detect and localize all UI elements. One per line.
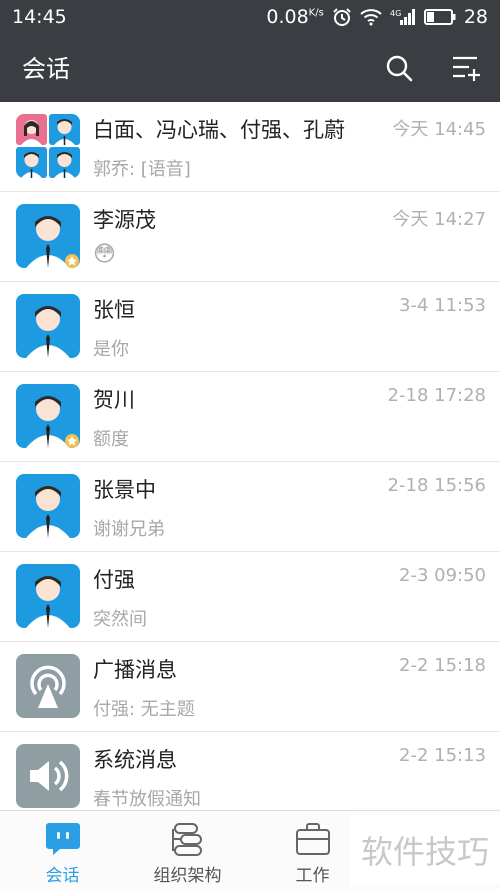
add-menu-button[interactable] [450,52,482,84]
conversation-name: 白面、冯心瑞、付强、孔蔚 [93,118,345,142]
conversation-row[interactable]: 付强 2-3 09:50 突然间 [0,552,500,642]
conversation-name: 张恒 [93,298,135,322]
battery-level: 28 [463,6,488,28]
chat-icon [46,823,80,855]
tab-conversations[interactable]: 会话 [0,811,125,890]
conversation-time: 2-2 15:13 [399,745,486,766]
group-avatar [16,114,80,178]
watermark: 软件技巧 [350,815,500,885]
svg-text:4G: 4G [390,9,401,18]
conversation-preview: 郭乔: [语音] [93,159,191,180]
person-avatar [16,384,80,448]
conversation-time: 2-18 15:56 [387,475,486,496]
conversation-preview: 是你 [93,339,129,360]
person-avatar [16,474,80,538]
conversation-preview: 额度 [93,429,129,450]
conversation-name: 张景中 [93,478,156,502]
briefcase-icon [296,823,330,855]
person-avatar [16,204,80,268]
person-avatar [16,564,80,628]
conversation-row[interactable]: 张恒 3-4 11:53 是你 [0,282,500,372]
conversation-preview: 付强: 无主题 [93,699,195,720]
battery-icon [423,9,456,25]
conversation-name: 广播消息 [93,658,177,682]
conversation-time: 2-3 09:50 [399,565,486,586]
wifi-icon [360,8,382,26]
tab-label: 会话 [45,866,80,886]
conversation-name: 李源茂 [93,208,156,232]
page-title: 会话 [22,55,70,83]
conversation-name: 贺川 [93,388,135,412]
conversation-time: 2-18 17:28 [387,385,486,406]
org-icon [172,823,202,856]
conversation-row[interactable]: 李源茂 今天 14:27 😳 [0,192,500,282]
network-speed: 0.08K/s [266,6,324,28]
conversation-time: 今天 14:27 [392,209,486,230]
conversation-list: 白面、冯心瑞、付强、孔蔚 今天 14:45 郭乔: [语音] 李源茂 今天 14… [0,102,500,810]
signal-icon: 4G [390,8,416,26]
add-list-icon [453,56,480,81]
status-bar: 14:45 0.08K/s 4G 28 [0,0,500,34]
conversation-row[interactable]: 贺川 2-18 17:28 额度 [0,372,500,462]
conversation-preview: 春节放假通知 [93,789,201,810]
conversation-row[interactable]: 张景中 2-18 15:56 谢谢兄弟 [0,462,500,552]
conversation-row[interactable]: 白面、冯心瑞、付强、孔蔚 今天 14:45 郭乔: [语音] [0,102,500,192]
broadcast-icon [16,654,80,718]
conversation-time: 2-2 15:18 [399,655,486,676]
status-time: 14:45 [12,6,67,28]
search-button[interactable] [383,52,415,84]
speaker-icon [16,744,80,808]
conversation-row[interactable]: 广播消息 2-2 15:18 付强: 无主题 [0,642,500,732]
alarm-icon [332,7,352,27]
conversation-preview: 谢谢兄弟 [93,519,165,540]
person-avatar [16,294,80,358]
emoji-preview: 😳 [93,242,116,267]
conversation-name: 系统消息 [93,748,177,772]
app-header: 会话 [0,34,500,102]
conversation-row[interactable]: 系统消息 2-2 15:13 春节放假通知 [0,732,500,810]
tab-label: 组织架构 [153,866,222,886]
conversation-name: 付强 [93,568,135,592]
conversation-preview: 突然间 [93,609,147,630]
search-icon [386,55,413,82]
conversation-time: 今天 14:45 [392,119,486,140]
conversation-time: 3-4 11:53 [399,295,486,316]
tab-organization[interactable]: 组织架构 [125,811,250,890]
